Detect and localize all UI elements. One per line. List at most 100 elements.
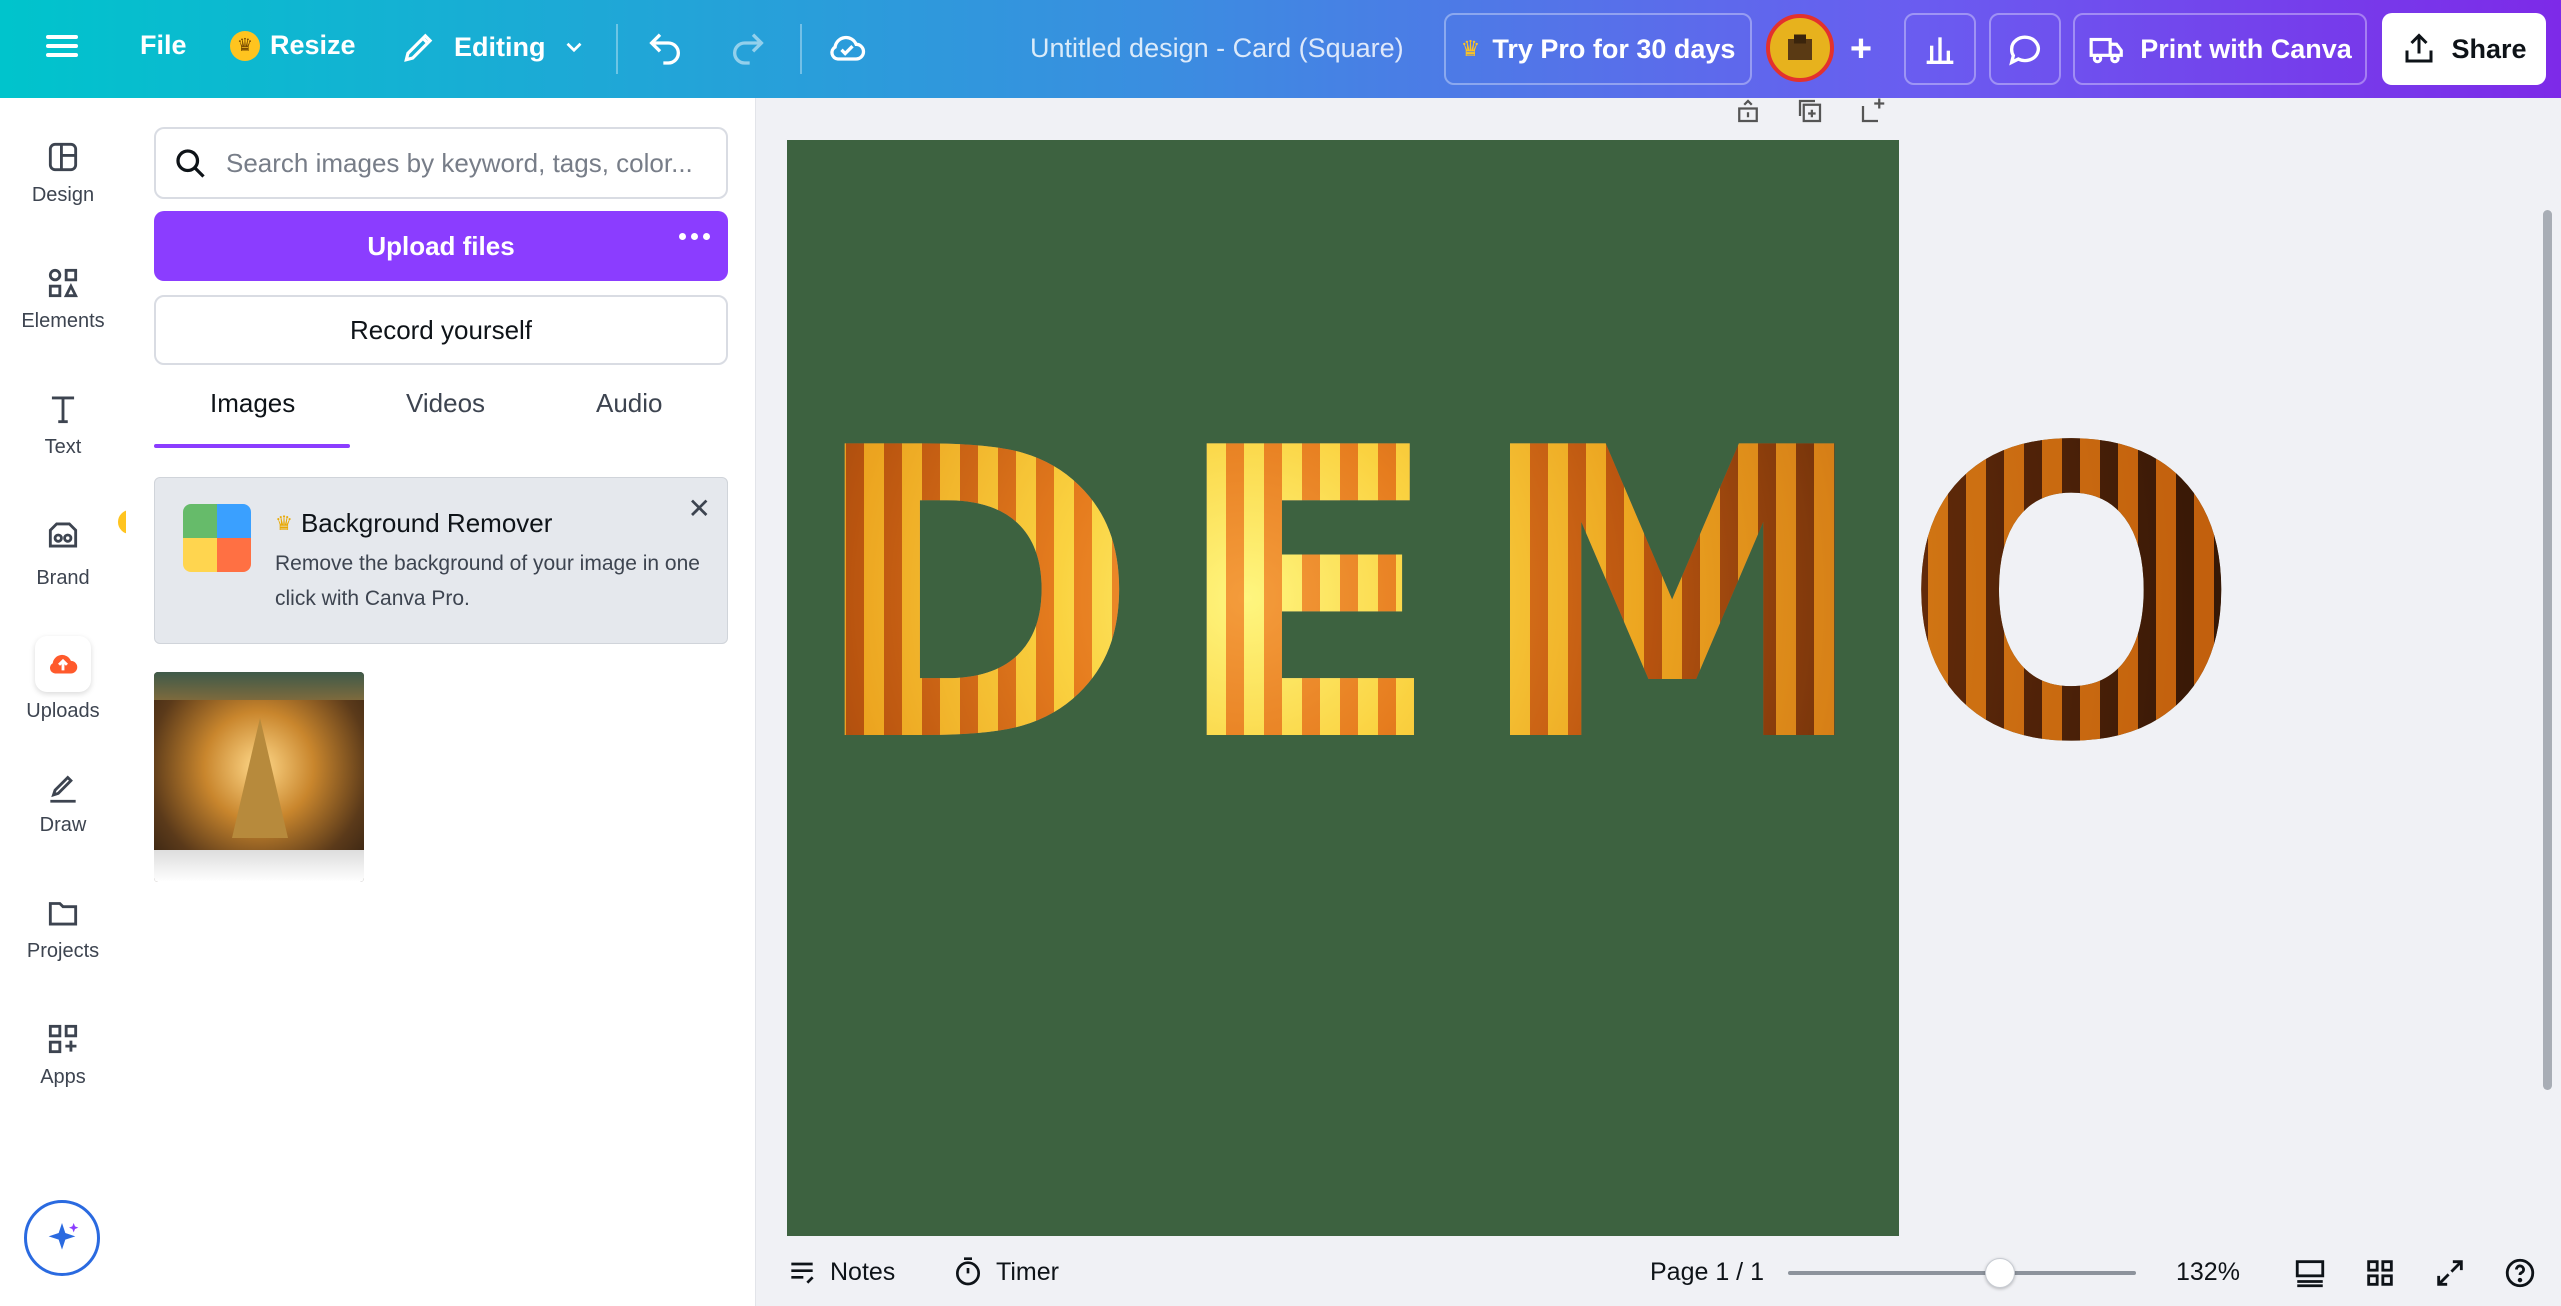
help-button[interactable] xyxy=(2501,1254,2539,1292)
thumbnail-tree xyxy=(232,718,288,838)
insights-button[interactable] xyxy=(1904,13,1976,85)
page-view-button[interactable] xyxy=(2291,1254,2329,1292)
rail-label: Projects xyxy=(26,940,100,962)
add-page-icon[interactable] xyxy=(1858,96,1888,126)
tab-videos[interactable]: Videos xyxy=(406,388,485,419)
pencil-icon xyxy=(404,33,433,62)
undo-icon[interactable] xyxy=(645,28,685,68)
help-icon xyxy=(2505,1258,2535,1288)
cloud-saved-icon[interactable] xyxy=(825,26,869,70)
rail-item-elements[interactable]: Elements xyxy=(0,264,126,333)
bar-chart-icon xyxy=(1926,37,1954,64)
rail-label: Elements xyxy=(21,310,105,332)
folder-icon xyxy=(48,902,78,926)
bottom-bar: Notes Timer Page 1 / 1 132% xyxy=(756,1238,2561,1306)
timer-button[interactable]: Timer xyxy=(952,1256,1059,1288)
try-pro-label: Try Pro for 30 days xyxy=(1492,33,1736,64)
rail-item-apps[interactable]: Apps xyxy=(0,1020,126,1089)
rail-item-projects[interactable]: Projects xyxy=(0,894,126,963)
zoom-level[interactable]: 132% xyxy=(2176,1258,2240,1287)
rail-item-draw[interactable]: Draw xyxy=(0,768,126,837)
chevron-down-icon xyxy=(567,42,582,53)
grid-icon xyxy=(2367,1260,2393,1286)
avatar-image-icon xyxy=(1788,34,1812,60)
timer-icon xyxy=(956,1257,980,1286)
redo-icon[interactable] xyxy=(728,28,768,68)
media-tabs: Images Videos Audio xyxy=(154,388,728,448)
magic-assistant-button[interactable] xyxy=(24,1200,100,1276)
brand-icon-wrap xyxy=(44,508,144,559)
print-with-canva-button[interactable]: Print with Canva xyxy=(2073,13,2367,85)
share-button[interactable]: Share xyxy=(2382,13,2546,85)
grid-view-button[interactable] xyxy=(2361,1254,2399,1292)
promo-title[interactable]: ♛ Background Remover xyxy=(275,508,552,539)
crown-icon: ♛ xyxy=(1460,36,1481,61)
vertical-scrollbar[interactable] xyxy=(2543,210,2552,1090)
design-icon xyxy=(48,142,78,172)
rail-item-brand[interactable]: Brand xyxy=(0,508,144,590)
rail-label: Draw xyxy=(39,814,87,836)
rail-label: Text xyxy=(44,436,82,458)
page-indicator[interactable]: Page 1 / 1 xyxy=(1650,1258,1764,1287)
thumbnail-roof xyxy=(154,672,364,700)
more-options-icon[interactable] xyxy=(679,233,710,240)
rail-label: Brand xyxy=(36,567,90,589)
notes-icon xyxy=(791,1262,814,1284)
tab-audio[interactable]: Audio xyxy=(596,388,663,419)
brand-icon xyxy=(48,522,78,548)
close-icon[interactable]: ✕ xyxy=(688,492,711,525)
truck-icon xyxy=(2089,37,2124,64)
text-icon xyxy=(51,396,75,424)
print-label: Print with Canva xyxy=(2140,33,2352,64)
editing-label: Editing xyxy=(454,31,546,62)
expand-icon xyxy=(2437,1260,2463,1286)
uploads-icon xyxy=(35,636,91,692)
tab-images[interactable]: Images xyxy=(210,388,295,419)
notes-label: Notes xyxy=(830,1257,896,1286)
notes-button[interactable]: Notes xyxy=(786,1256,895,1288)
avatar[interactable] xyxy=(1766,14,1834,82)
resize-button[interactable]: ♛ Resize xyxy=(230,30,356,61)
zoom-slider-handle[interactable] xyxy=(1985,1258,2016,1288)
left-rail: Design Elements Text Brand Uploads Draw … xyxy=(0,98,144,1306)
promo-title-text: Background Remover xyxy=(300,508,553,538)
rail-item-design[interactable]: Design xyxy=(0,138,126,207)
pages-icon xyxy=(2295,1260,2325,1288)
record-yourself-button[interactable]: Record yourself xyxy=(154,295,728,365)
duplicate-page-icon[interactable] xyxy=(1795,96,1825,126)
rail-item-text[interactable]: Text xyxy=(0,390,126,459)
background-remover-icon xyxy=(183,504,251,572)
promo-description: Remove the background of your image in o… xyxy=(275,552,700,610)
upload-files-label: Upload files xyxy=(367,230,515,261)
search-input[interactable]: Search images by keyword, tags, color... xyxy=(154,127,728,199)
share-label: Share xyxy=(2451,33,2527,64)
add-collaborator-button[interactable]: + xyxy=(1838,26,1884,72)
upload-files-button[interactable]: Upload files xyxy=(154,211,728,281)
thumbnail-snow xyxy=(154,850,364,882)
divider xyxy=(800,24,802,74)
file-menu-button[interactable]: File xyxy=(140,30,187,61)
search-placeholder: Search images by keyword, tags, color... xyxy=(226,147,693,178)
draw-icon xyxy=(50,775,76,803)
comment-icon xyxy=(2009,35,2040,66)
crown-icon: ♛ xyxy=(275,513,293,535)
timer-label: Timer xyxy=(996,1257,1059,1286)
crown-icon: ♛ xyxy=(230,30,260,61)
try-pro-button[interactable]: ♛ Try Pro for 30 days xyxy=(1444,13,1752,85)
comments-button[interactable] xyxy=(1989,13,2061,85)
zoom-slider[interactable] xyxy=(1788,1271,2136,1275)
rail-label: Apps xyxy=(40,1066,86,1088)
menu-icon[interactable] xyxy=(40,30,84,68)
top-bar: File ♛ Resize Editing Untitled design - … xyxy=(0,0,2561,98)
fullscreen-button[interactable] xyxy=(2431,1254,2469,1292)
lock-page-icon[interactable] xyxy=(1733,96,1763,126)
rail-label: Uploads xyxy=(26,700,100,722)
document-title[interactable]: Untitled design - Card (Square) xyxy=(1030,33,1404,64)
rail-item-uploads[interactable]: Uploads xyxy=(0,636,126,723)
uploaded-image-thumbnail[interactable] xyxy=(154,672,364,882)
resize-label: Resize xyxy=(270,30,356,60)
search-icon xyxy=(176,149,205,178)
demo-image-text[interactable]: DEMO xyxy=(808,418,2272,778)
editing-mode-button[interactable]: Editing xyxy=(400,28,587,66)
uploads-panel: Search images by keyword, tags, color...… xyxy=(126,98,872,1306)
